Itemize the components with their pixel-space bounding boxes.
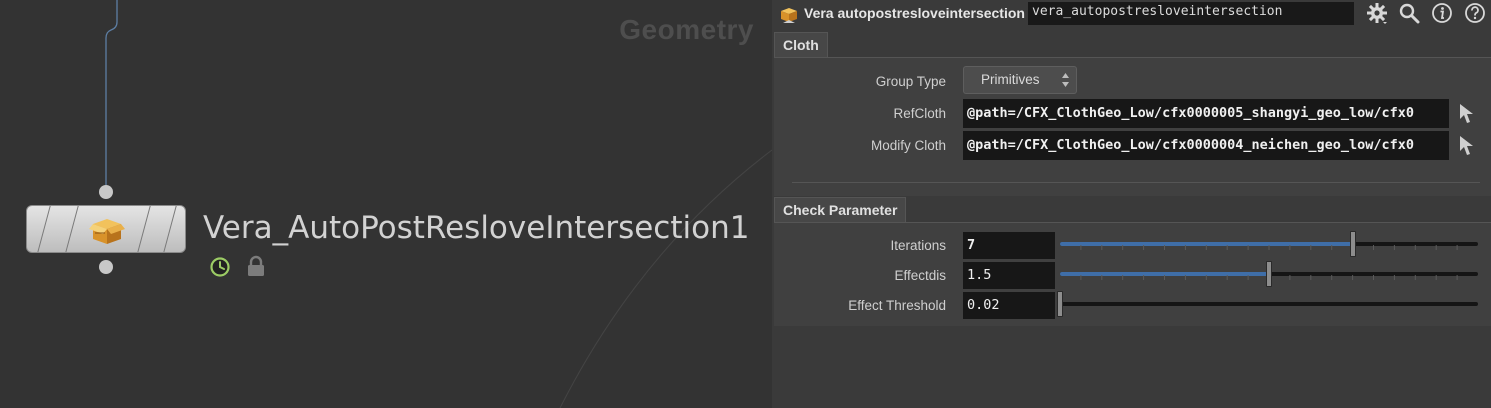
box-icon <box>781 8 797 23</box>
ref-cloth-field[interactable]: @path=/CFX_ClothGeo_Low/cfx0000005_shang… <box>963 99 1449 128</box>
empty-parameter-area <box>774 326 1491 408</box>
lock-icon <box>248 255 264 276</box>
slider-handle[interactable] <box>1266 261 1272 287</box>
modify-cloth-label: Modify Cloth <box>870 138 946 153</box>
iterations-slider[interactable] <box>1060 231 1478 257</box>
slider-handle[interactable] <box>1057 291 1063 317</box>
node-picker-arrow-icon[interactable] <box>1458 102 1474 124</box>
effectdis-field[interactable]: 1.5 <box>963 262 1055 289</box>
wire-layer <box>105 0 772 408</box>
info-icon[interactable] <box>1431 2 1453 24</box>
gear-icon[interactable] <box>1366 2 1388 24</box>
group-type-value: Primitives <box>981 72 1040 87</box>
network-editor[interactable]: Geometry Vera_AutoPostResloveIntersectio… <box>0 0 772 408</box>
effectdis-label: Effectdis <box>894 268 946 283</box>
help-icon[interactable] <box>1464 2 1486 24</box>
node-input-port[interactable] <box>99 185 113 199</box>
effectdis-slider[interactable] <box>1060 261 1478 287</box>
network-context-label: Geometry <box>619 14 754 45</box>
group-type-label: Group Type <box>875 74 946 89</box>
modify-cloth-field[interactable]: @path=/CFX_ClothGeo_Low/cfx0000004_neich… <box>963 131 1449 160</box>
node-name-field[interactable]: vera_autopostresloveintersection <box>1028 2 1354 25</box>
box-icon <box>89 219 125 244</box>
tab-cloth[interactable]: Cloth <box>774 32 828 58</box>
input-wire <box>105 0 118 185</box>
slider-handle[interactable] <box>1349 231 1356 257</box>
effect-threshold-label: Effect Threshold <box>848 298 946 313</box>
search-icon[interactable] <box>1398 2 1420 24</box>
iterations-field[interactable]: 7 <box>963 232 1055 259</box>
separator <box>792 182 1480 183</box>
parameter-pane: Vera autopostresloveintersection vera_au… <box>772 0 1491 408</box>
background-curve <box>559 149 772 408</box>
effect-threshold-slider[interactable] <box>1057 291 1478 317</box>
node-type-label: Vera autopostresloveintersection <box>804 5 1025 21</box>
tab-check-parameter[interactable]: Check Parameter <box>774 197 907 223</box>
network-node[interactable] <box>26 205 186 253</box>
parameter-header: Vera autopostresloveintersection vera_au… <box>772 0 1491 28</box>
effect-threshold-field[interactable]: 0.02 <box>963 292 1055 319</box>
clock-icon <box>210 257 230 277</box>
node-name-label[interactable]: Vera_AutoPostResloveIntersection1 <box>203 210 749 246</box>
node-output-port[interactable] <box>99 260 113 274</box>
menu-updown-icon <box>1062 73 1069 87</box>
iterations-label: Iterations <box>890 238 946 253</box>
ref-cloth-label: RefCloth <box>893 106 946 121</box>
group-type-menu[interactable]: Primitives <box>963 66 1077 94</box>
node-picker-arrow-icon[interactable] <box>1458 134 1474 156</box>
